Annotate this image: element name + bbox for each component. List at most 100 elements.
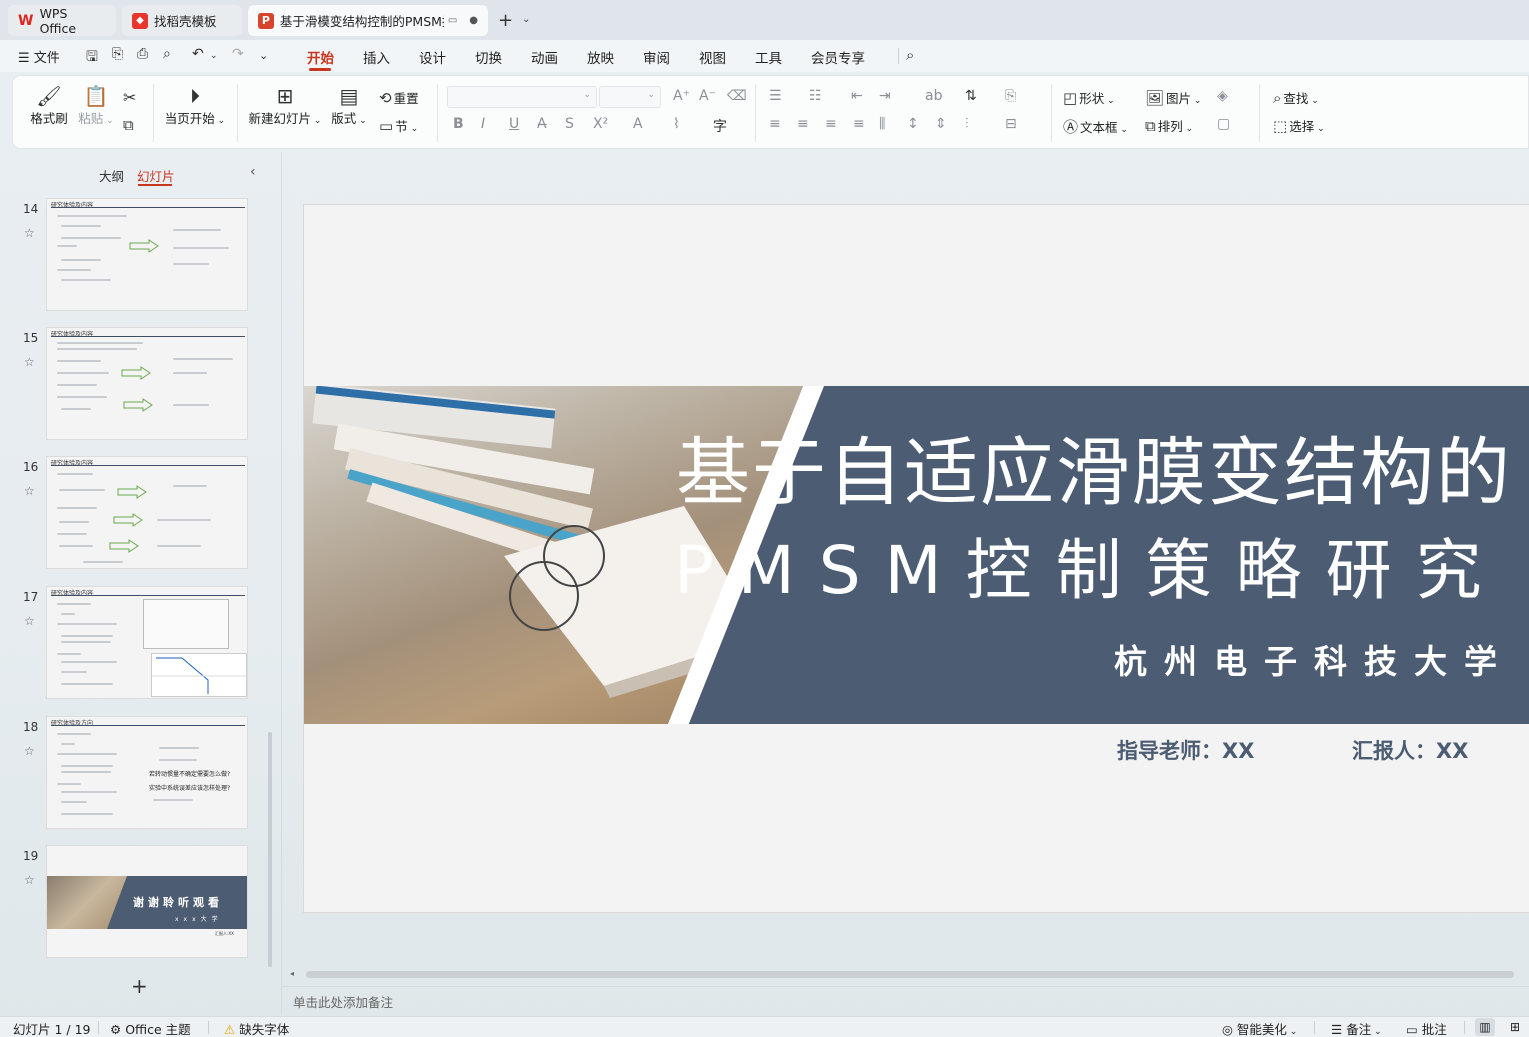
line-spacing-icon[interactable]: ↕ (907, 116, 919, 132)
slide-thumbnail-14[interactable]: 研究体验及内容 (46, 198, 248, 311)
menu-view[interactable]: 视图 (699, 47, 726, 67)
menu-review[interactable]: 审阅 (643, 47, 670, 67)
slide-thumbnail-17[interactable]: 研究体验及内容 (46, 586, 248, 699)
star-icon[interactable]: ☆ (24, 744, 35, 758)
slide-university[interactable]: 杭州电子科技大学 (1114, 635, 1514, 683)
star-icon[interactable]: ☆ (24, 614, 35, 628)
align-center-icon[interactable]: ≡ (797, 116, 809, 132)
menu-insert[interactable]: 插入 (363, 47, 390, 67)
missing-font-button[interactable]: ⚠ 缺失字体 (224, 1019, 289, 1037)
superscript-icon[interactable]: X² (593, 116, 608, 132)
decrease-font-icon[interactable]: A⁻ (699, 88, 716, 104)
numbered-list-icon[interactable]: ☷ (809, 88, 822, 104)
notes-toggle-button[interactable]: ☰ 备注 ⌄ (1331, 1019, 1382, 1037)
outline-icon[interactable]: ▢ (1217, 116, 1230, 132)
menu-tools[interactable]: 工具 (755, 47, 782, 67)
tab-document[interactable]: P 基于滑模变结构控制的PMSM控制策略研究 ▭ ● (248, 5, 488, 36)
slide-title-line2[interactable]: PMSM控制策略研究 (674, 517, 1506, 613)
distribute-icon[interactable]: ⫼ (879, 116, 885, 132)
star-icon[interactable]: ☆ (24, 355, 35, 369)
select-button[interactable]: ⬚ 选择 ⌄ (1273, 116, 1325, 135)
smart-beautify-button[interactable]: ◎ 智能美化 ⌄ (1222, 1019, 1297, 1037)
print-icon[interactable]: ⎙ (137, 46, 148, 62)
text-direction-icon[interactable]: ab (925, 88, 942, 104)
font-size-select[interactable]: ⌄ (599, 86, 661, 108)
horizontal-scrollbar[interactable] (306, 971, 1514, 978)
underline-icon[interactable]: U (509, 116, 519, 132)
export-icon[interactable]: ⎘ (112, 46, 123, 62)
tab-outline[interactable]: 大纲 (99, 166, 124, 185)
arrange-button[interactable]: ⧉ 排列 ⌄ (1145, 116, 1193, 135)
menu-member[interactable]: 会员专享 (811, 47, 865, 67)
undo-dropdown-icon[interactable]: ⌄ (210, 51, 218, 61)
add-slide-icon[interactable]: + (131, 974, 148, 998)
print-preview-icon[interactable]: ⌕ (163, 46, 171, 62)
increase-indent-icon[interactable]: ⇥ (879, 88, 891, 104)
theme-button[interactable]: ⚙ Office 主题 (110, 1019, 191, 1037)
scroll-left-icon[interactable]: ◂ (290, 969, 294, 978)
monitor-icon[interactable]: ▭ (448, 15, 457, 26)
bullet-list-icon[interactable]: ☰ (769, 88, 782, 104)
slide-thumbnail-18[interactable]: 研究体验及方向 若转动惯量不确定需要怎么做? 实验中系统误差应该怎样处理? (46, 716, 248, 829)
find-button[interactable]: ⌕ 查找 ⌄ (1273, 88, 1319, 107)
slide-reporter[interactable]: 汇报人：XX (1352, 735, 1468, 765)
tab-slides[interactable]: 幻灯片 (137, 166, 175, 185)
shape-button[interactable]: ◰ 形状 ⌄ (1063, 88, 1115, 107)
redo-icon[interactable]: ↷ (232, 46, 244, 62)
paragraph-spacing-icon[interactable]: ⇕ (935, 116, 947, 132)
font-color-icon[interactable]: A (633, 116, 643, 132)
slide-title-line1[interactable]: 基于自适应滑膜变结构的 (676, 413, 1512, 520)
strikethrough-icon[interactable]: A̶ (537, 116, 547, 132)
align-right-icon[interactable]: ≡ (825, 116, 837, 132)
save-icon[interactable]: 🖫 (86, 46, 98, 70)
menu-animation[interactable]: 动画 (531, 47, 558, 67)
menu-slideshow[interactable]: 放映 (587, 47, 614, 67)
decrease-indent-icon[interactable]: ⇤ (851, 88, 863, 104)
normal-view-icon[interactable]: ▥ (1475, 1018, 1495, 1036)
text-align-icon[interactable]: ⊟ (1005, 116, 1017, 132)
tab-template[interactable]: ◆ 找稻壳模板 (122, 5, 242, 36)
tab-wps-office[interactable]: W WPS Office (8, 5, 116, 36)
slide-thumbnail-15[interactable]: 研究体验及内容 (46, 327, 248, 440)
increase-font-icon[interactable]: A⁺ (673, 88, 690, 104)
copy-icon[interactable]: ⧉ (123, 116, 134, 134)
more-quick-access-icon[interactable]: ⌄ (259, 49, 268, 62)
cut-icon[interactable]: ✂ (123, 88, 136, 107)
picture-button[interactable]: 🖼 图片 ⌄ (1145, 88, 1201, 107)
chevron-down-icon[interactable]: ⌄ (522, 14, 530, 25)
collapse-panel-icon[interactable]: ‹ (250, 164, 256, 180)
undo-icon[interactable]: ↶ (192, 46, 204, 62)
star-icon[interactable]: ☆ (24, 873, 35, 887)
reset-button[interactable]: ⟲ 重置 (379, 88, 419, 107)
star-icon[interactable]: ☆ (24, 484, 35, 498)
justify-icon[interactable]: ≡ (853, 116, 865, 132)
fill-icon[interactable]: ◈ (1217, 88, 1228, 104)
slide-thumbnail-16[interactable]: 研究体验及内容 (46, 456, 248, 569)
notes-pane[interactable]: 单击此处添加备注 (281, 986, 1529, 1014)
section-button[interactable]: ▭ 节 ⌄ (379, 116, 418, 135)
unsaved-dot-icon[interactable]: ● (469, 15, 478, 26)
italic-icon[interactable]: I (481, 116, 485, 132)
comments-button[interactable]: ▭ 批注 (1406, 1019, 1447, 1037)
bold-icon[interactable]: B (453, 116, 464, 132)
align-left-icon[interactable]: ≡ (769, 116, 781, 132)
layout-button[interactable]: ▤ 版式 ⌄ (329, 84, 369, 127)
highlight-icon[interactable]: ⌇ (673, 116, 680, 132)
sort-icon[interactable]: ⇅ (965, 88, 977, 104)
current-slide[interactable]: 基于自适应滑膜变结构的 PMSM控制策略研究 杭州电子科技大学 指导老师：XX … (304, 205, 1529, 912)
font-family-select[interactable]: ⌄ (447, 86, 597, 108)
slide-thumbnail-19[interactable]: 谢谢聆听观看 xxx大学 汇报人:XX (46, 845, 248, 958)
slide-sorter-icon[interactable]: ⊞ (1505, 1018, 1525, 1036)
columns-icon[interactable]: ⫶ (965, 116, 969, 132)
slide-advisor[interactable]: 指导老师：XX (1117, 735, 1254, 765)
textbox-button[interactable]: Ⓐ 文本框 ⌄ (1063, 116, 1128, 137)
format-painter-button[interactable]: 🖌 格式刷 (27, 84, 71, 127)
play-current-button[interactable]: ⏵ 当页开始 ⌄ (163, 84, 227, 127)
new-slide-button[interactable]: ⊞ 新建幻灯片 ⌄ (247, 84, 323, 127)
menu-transition[interactable]: 切换 (475, 47, 502, 67)
clear-format-icon[interactable]: ⌫ (727, 88, 747, 104)
paste-button[interactable]: 📋 粘贴 ⌄ (75, 84, 117, 127)
phonetic-icon[interactable]: 字 (713, 116, 727, 136)
file-menu[interactable]: ☰ 文件 (18, 47, 60, 66)
new-tab-icon[interactable]: + (498, 10, 513, 31)
